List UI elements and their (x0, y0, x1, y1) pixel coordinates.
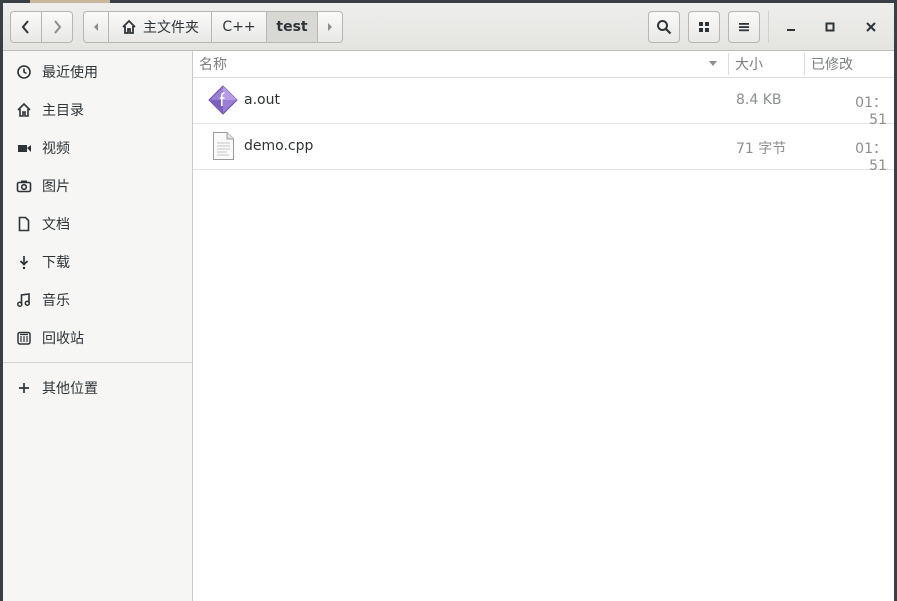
plus-icon (16, 380, 32, 396)
forward-button[interactable] (41, 11, 73, 43)
header-separator (768, 11, 769, 43)
file-size: 8.4 KB (736, 92, 782, 108)
column-header: 名称 大小 已修改 (193, 51, 894, 78)
download-icon (16, 254, 32, 270)
clock-icon (16, 64, 32, 80)
sidebar-item-label: 音乐 (42, 293, 70, 309)
search-button[interactable] (648, 11, 680, 43)
sidebar-item-recent[interactable]: 最近使用 (3, 53, 192, 91)
column-divider[interactable] (804, 53, 805, 75)
hamburger-menu-icon (739, 23, 749, 32)
column-size-header[interactable]: 大小 (735, 54, 763, 74)
video-icon (16, 140, 32, 156)
home-icon (16, 102, 32, 118)
file-row-a-out[interactable]: a.out 8.4 KB 01：51 (193, 78, 894, 128)
grid-icon (699, 22, 709, 32)
triangle-left-icon (94, 23, 98, 31)
path-scroll-left-button[interactable] (83, 11, 109, 43)
maximize-icon (825, 22, 835, 32)
sidebar-item-videos[interactable]: 视频 (3, 129, 192, 167)
file-manager-window: 主文件夹 C++ test 最近使用 主目录 视频 图片 文档 下载 音乐 回收… (3, 3, 894, 601)
music-icon (16, 292, 32, 308)
sidebar-item-label: 其他位置 (42, 381, 98, 397)
sidebar-separator (3, 362, 192, 363)
path-segment-label: 主文件夹 (143, 20, 199, 36)
executable-icon (207, 84, 239, 116)
sidebar: 最近使用 主目录 视频 图片 文档 下载 音乐 回收站 其他位置 (3, 51, 193, 601)
file-modified: 01：51 (855, 95, 887, 128)
header-bar: 主文件夹 C++ test (3, 3, 894, 51)
sidebar-item-home[interactable]: 主目录 (3, 91, 192, 129)
sidebar-item-label: 下载 (42, 255, 70, 271)
sort-descending-icon[interactable] (708, 60, 718, 68)
navigation-buttons (10, 11, 74, 43)
minimize-button[interactable] (781, 17, 801, 37)
close-button[interactable] (861, 17, 881, 37)
sidebar-item-documents[interactable]: 文档 (3, 205, 192, 243)
sidebar-item-pictures[interactable]: 图片 (3, 167, 192, 205)
sidebar-item-label: 视频 (42, 141, 70, 157)
file-list: 名称 大小 已修改 a.out 8.4 KB 01：51 demo.cpp 71… (193, 51, 894, 601)
triangle-right-icon (328, 23, 332, 31)
minimize-icon (787, 29, 795, 31)
path-bar: 主文件夹 C++ test (83, 11, 343, 43)
file-size: 71 字节 (736, 141, 787, 157)
sidebar-item-label: 图片 (42, 179, 70, 195)
back-button[interactable] (10, 11, 42, 43)
sidebar-item-downloads[interactable]: 下载 (3, 243, 192, 281)
text-file-icon (207, 130, 239, 162)
home-icon (122, 19, 136, 34)
file-name: a.out (244, 92, 280, 108)
path-segment-test[interactable]: test (266, 11, 318, 43)
file-name: demo.cpp (244, 138, 314, 154)
path-segment-home[interactable]: 主文件夹 (108, 11, 212, 43)
maximize-button[interactable] (820, 17, 840, 37)
document-icon (16, 216, 32, 232)
path-scroll-right-button[interactable] (317, 11, 343, 43)
path-segment-cpp[interactable]: C++ (211, 11, 267, 43)
sidebar-item-label: 文档 (42, 217, 70, 233)
trash-icon (16, 330, 32, 346)
sidebar-item-label: 回收站 (42, 331, 84, 347)
column-divider[interactable] (728, 53, 729, 75)
chevron-left-icon (21, 20, 29, 34)
grid-view-button[interactable] (688, 11, 720, 43)
camera-icon (16, 178, 32, 194)
column-name-header[interactable]: 名称 (199, 54, 227, 74)
column-modified-header[interactable]: 已修改 (811, 54, 853, 74)
menu-button[interactable] (728, 11, 760, 43)
file-modified: 01：51 (855, 141, 887, 174)
sidebar-item-label: 最近使用 (42, 65, 98, 81)
chevron-right-icon (54, 20, 62, 34)
close-icon (866, 22, 876, 32)
sidebar-item-trash[interactable]: 回收站 (3, 319, 192, 357)
path-segment-label: C++ (222, 19, 256, 35)
sidebar-item-music[interactable]: 音乐 (3, 281, 192, 319)
path-segment-label: test (276, 19, 308, 35)
sidebar-item-label: 主目录 (42, 103, 84, 119)
file-row-demo-cpp[interactable]: demo.cpp 71 字节 01：51 (193, 124, 894, 174)
sidebar-item-other-locations[interactable]: 其他位置 (3, 369, 192, 407)
search-icon (657, 20, 672, 35)
